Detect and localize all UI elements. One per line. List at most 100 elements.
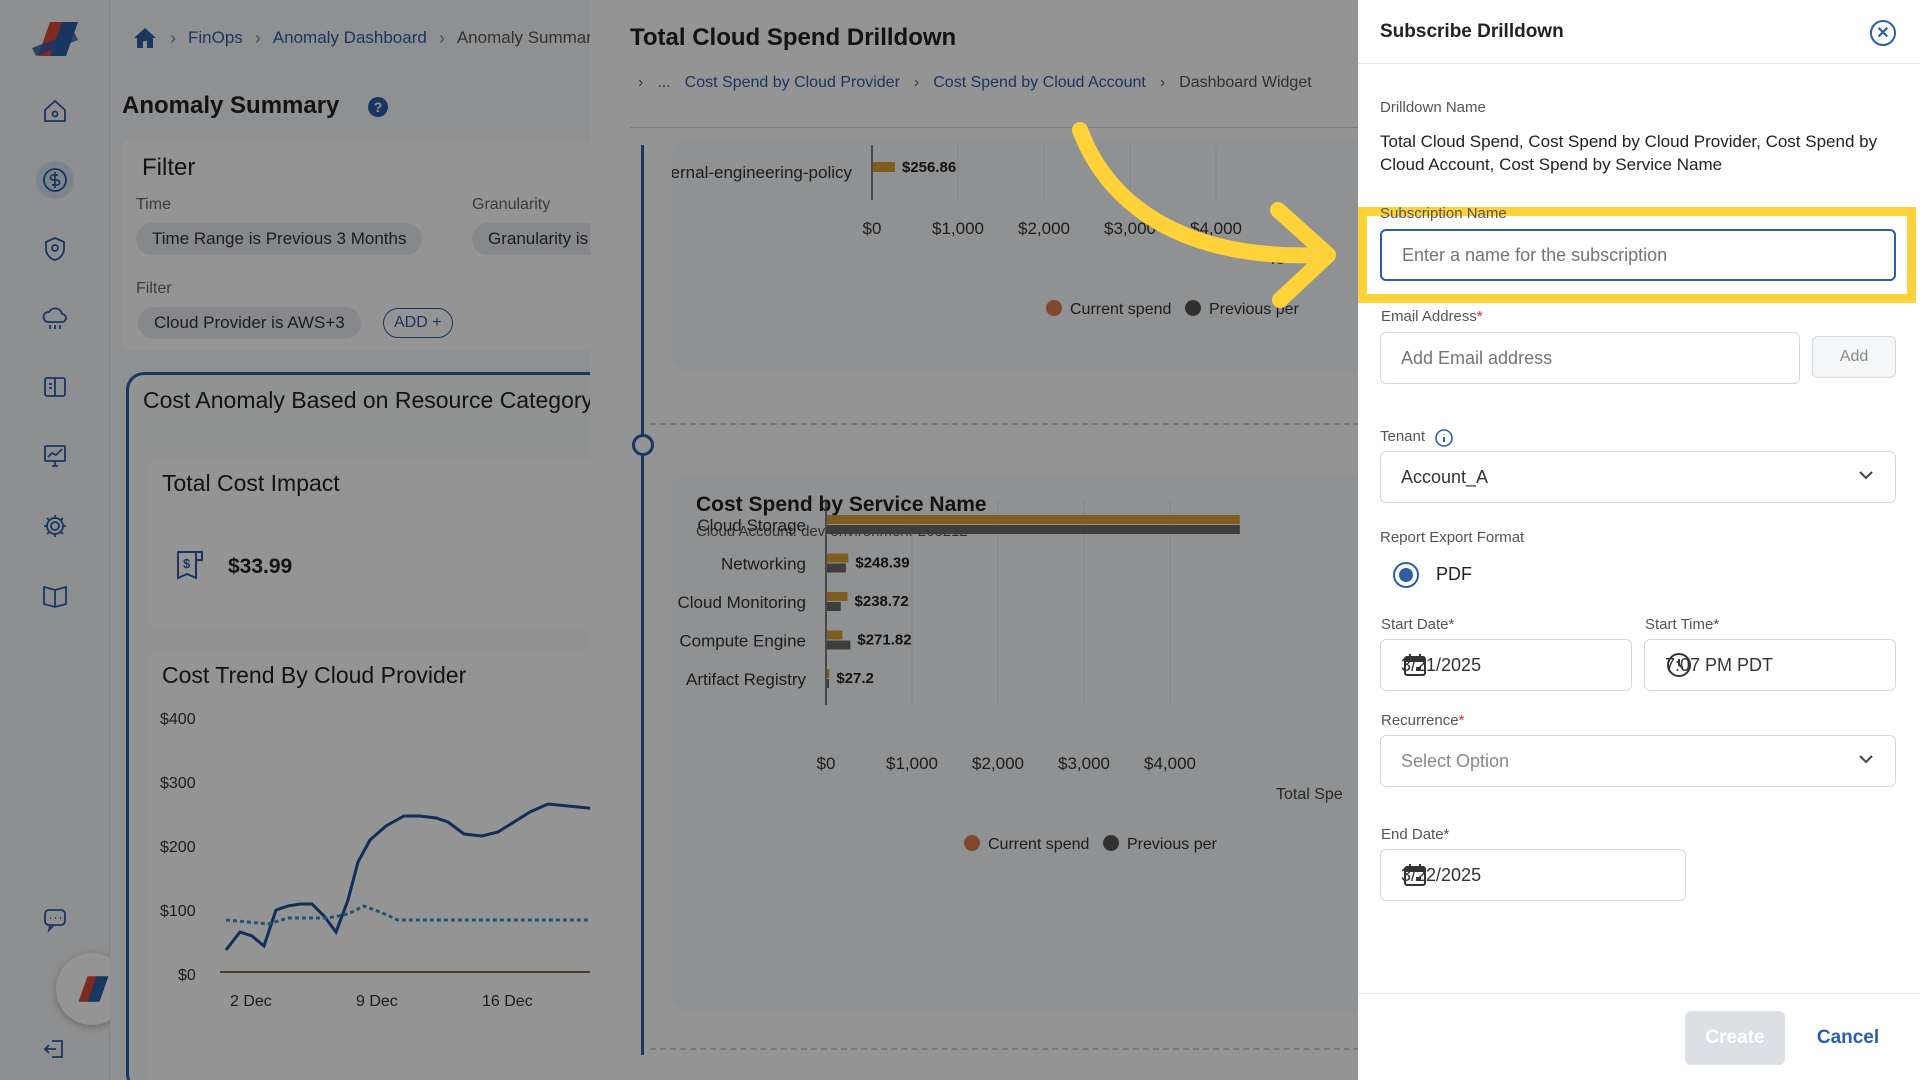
bar-previous[interactable] [827,679,829,688]
x-tick-label: 2 Dec [230,993,272,1010]
timeline-line [641,145,644,1055]
bar-previous[interactable] [827,640,851,650]
shield-nav-icon[interactable] [36,230,74,268]
breadcrumb-cloud-account[interactable]: Cost Spend by Cloud Account [933,74,1146,92]
end-date-label-text: End Date [1381,826,1444,843]
legend-current-swatch [964,835,980,851]
required-mark: * [1458,712,1465,729]
bar-current[interactable] [827,553,849,563]
bar-previous[interactable] [827,563,846,573]
bar-value-label: $27.2 [836,670,874,687]
pdf-radio[interactable] [1393,562,1419,588]
cancel-button[interactable]: Cancel [1808,1011,1888,1065]
gear-nav-icon[interactable] [36,507,74,545]
y-tick-label: $0 [178,967,196,984]
bar-previous[interactable] [827,602,841,611]
recurrence-label: Recurrence* [1381,712,1464,729]
time-label: Time [136,196,171,213]
start-time-label: Start Time* [1645,616,1719,633]
logout-nav-icon[interactable] [36,1030,74,1068]
account-bar[interactable] [873,162,895,172]
time-range-chip[interactable]: Time Range is Previous 3 Months [136,223,423,255]
service-spend-panel: Cost Spend by Service Name Cloud Account… [672,475,1360,1010]
calendar-icon[interactable] [1401,861,1429,889]
add-email-button[interactable]: Add [1812,336,1896,378]
breadcrumb-cloud-provider[interactable]: Cost Spend by Cloud Provider [685,74,900,92]
bar-value-label: $238.72 [855,593,909,610]
book-nav-icon[interactable] [36,368,74,406]
start-date-input[interactable]: 3/21/2025 [1380,639,1632,691]
breadcrumb-anomaly-dashboard[interactable]: Anomaly Dashboard [273,28,427,48]
bar-previous[interactable] [827,525,1240,534]
cloud-nav-icon[interactable] [36,299,74,337]
timeline-node[interactable] [632,434,654,456]
chat-nav-icon[interactable] [36,900,74,938]
breadcrumb-separator: › [254,27,261,48]
svg-text:$: $ [183,556,191,571]
legend-current-label[interactable]: Current spend [1070,301,1171,318]
granularity-label: Granularity [472,196,551,213]
info-icon[interactable] [1434,428,1454,448]
bar-value-label: $271.82 [857,632,911,649]
subscription-name-label: Subscription Name [1380,205,1507,222]
help-icon[interactable]: ? [368,97,388,117]
required-mark: * [1713,616,1720,633]
recurrence-placeholder: Select Option [1401,750,1510,771]
home-nav-icon[interactable] [36,92,74,130]
pdf-radio-label[interactable]: PDF [1436,564,1472,585]
app-logo[interactable] [28,18,84,60]
chevron-down-icon [1857,750,1875,773]
account-row-label: cs-internal-engineering-policy [672,163,852,182]
category-label: Cloud Monitoring [677,593,806,612]
home-icon[interactable] [132,26,158,50]
recurrence-select[interactable]: Select Option [1380,735,1896,787]
total-cost-impact-title: Total Cost Impact [162,470,340,496]
required-mark: * [1476,308,1483,325]
monitor-chart-nav-icon[interactable] [36,437,74,475]
start-date-label-text: Start Date [1381,616,1449,633]
breadcrumb-ellipsis[interactable]: ... [657,74,670,92]
add-filter-button[interactable]: ADD + [383,308,453,338]
x-tick-label: $2,000 [1018,219,1070,238]
breadcrumb-separator: › [638,74,644,91]
x-tick-label: $4,000 [1144,754,1196,773]
create-button[interactable]: Create [1685,1011,1785,1065]
bar-current[interactable] [827,515,1240,524]
email-address-input[interactable] [1380,332,1800,384]
tenant-label: Tenant [1380,428,1426,445]
category-label: Networking [721,555,806,574]
start-time-input[interactable]: 7:07 PM PDT [1644,639,1896,691]
guide-nav-icon[interactable] [36,576,74,614]
legend-previous-label[interactable]: Previous per [1127,836,1217,853]
granularity-chip[interactable]: Granularity is [472,223,590,255]
calendar-icon[interactable] [1401,651,1429,679]
legend-previous-swatch [1185,300,1201,316]
y-tick-label: $100 [160,903,196,920]
breadcrumb-finops[interactable]: FinOps [188,28,243,48]
category-label: Compute Engine [679,632,806,651]
x-tick-label: $1,000 [886,754,938,773]
x-tick-label: 16 Dec [482,993,533,1010]
account-bar-value: $256.86 [902,159,956,176]
drilldown-name-value: Total Cloud Spend, Cost Spend by Cloud P… [1380,132,1878,174]
breadcrumb-separator: › [170,27,176,48]
dollar-nav-icon[interactable] [36,161,74,199]
required-mark: * [1448,616,1455,633]
legend-previous-label[interactable]: Previous per [1209,301,1299,318]
cloud-provider-chip[interactable]: Cloud Provider is AWS+3 [138,307,361,339]
clock-icon[interactable] [1665,651,1693,679]
x-axis-label: To [1268,251,1285,268]
recurrence-label-text: Recurrence [1381,712,1459,729]
bar-current[interactable] [827,630,843,640]
tenant-select[interactable]: Account_A [1380,451,1896,503]
end-date-input[interactable]: 3/22/2025 [1380,849,1686,901]
section-divider [650,423,1360,425]
subscription-name-input[interactable] [1380,229,1896,281]
x-tick-label: $0 [817,754,836,773]
y-tick-label: $200 [160,839,196,856]
drawer-title: Subscribe Drilldown [1380,21,1564,42]
close-icon[interactable]: ✕ [1870,20,1896,46]
legend-current-label[interactable]: Current spend [988,836,1089,853]
bar-current[interactable] [827,669,830,678]
bar-current[interactable] [827,592,848,601]
